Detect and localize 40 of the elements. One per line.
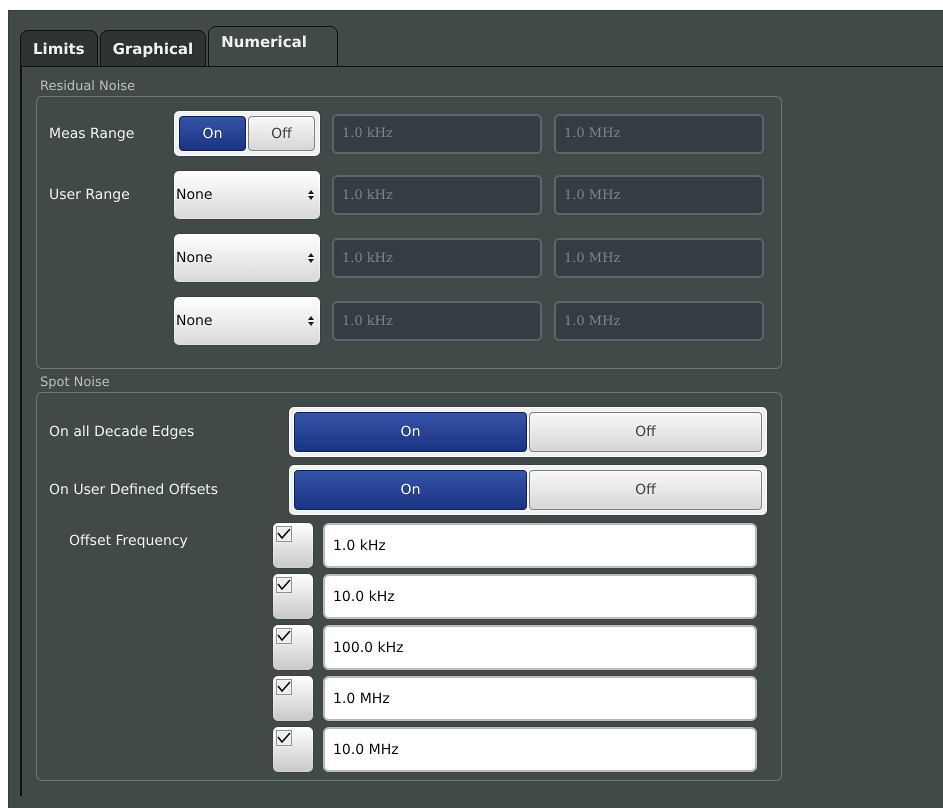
up-down-icon: [308, 315, 314, 327]
check-icon: [276, 679, 292, 695]
check-icon: [276, 730, 292, 746]
frequency-field[interactable]: 10.0 MHz: [323, 727, 757, 772]
frequency-field[interactable]: 100.0 kHz: [323, 625, 757, 670]
field-label: Offset Frequency: [68, 533, 189, 551]
field-label: On User Defined Offsets: [49, 482, 220, 498]
dropdown[interactable]: None: [174, 234, 320, 282]
dropdown[interactable]: None: [174, 297, 320, 345]
dropdown[interactable]: None: [174, 171, 320, 219]
field-label: On all Decade Edges: [49, 424, 196, 440]
check-icon: [276, 526, 292, 542]
checkbox[interactable]: [273, 574, 313, 619]
toggle-option[interactable]: On: [294, 412, 527, 452]
field-label: Meas Range: [49, 126, 136, 142]
group-title: Spot Noise: [40, 375, 111, 390]
checkbox[interactable]: [273, 625, 313, 670]
frequency-field[interactable]: 10.0 kHz: [323, 574, 757, 619]
tab[interactable]: Limits: [20, 30, 98, 66]
tab[interactable]: Numerical: [208, 26, 338, 66]
up-down-icon: [308, 252, 314, 264]
toggle-switch[interactable]: On Off: [174, 111, 320, 156]
toggle-switch[interactable]: On Off: [289, 465, 767, 515]
group-title: Residual Noise: [40, 79, 136, 94]
checkbox[interactable]: [273, 676, 313, 721]
checkbox[interactable]: [273, 727, 313, 772]
toggle-option[interactable]: On: [179, 116, 246, 151]
frequency-field[interactable]: 1.0 kHz: [323, 523, 757, 568]
toggle-switch[interactable]: On Off: [289, 407, 767, 457]
toggle-option[interactable]: Off: [248, 116, 315, 151]
toggle-option[interactable]: Off: [529, 470, 762, 510]
toggle-option[interactable]: On: [294, 470, 527, 510]
check-icon: [276, 628, 292, 644]
tab[interactable]: Graphical: [100, 30, 206, 66]
check-icon: [276, 577, 292, 593]
frequency-field[interactable]: 1.0 MHz: [323, 676, 757, 721]
field-label: User Range: [49, 187, 131, 203]
toggle-option[interactable]: Off: [529, 412, 762, 452]
checkbox[interactable]: [273, 523, 313, 568]
up-down-icon: [308, 189, 314, 201]
